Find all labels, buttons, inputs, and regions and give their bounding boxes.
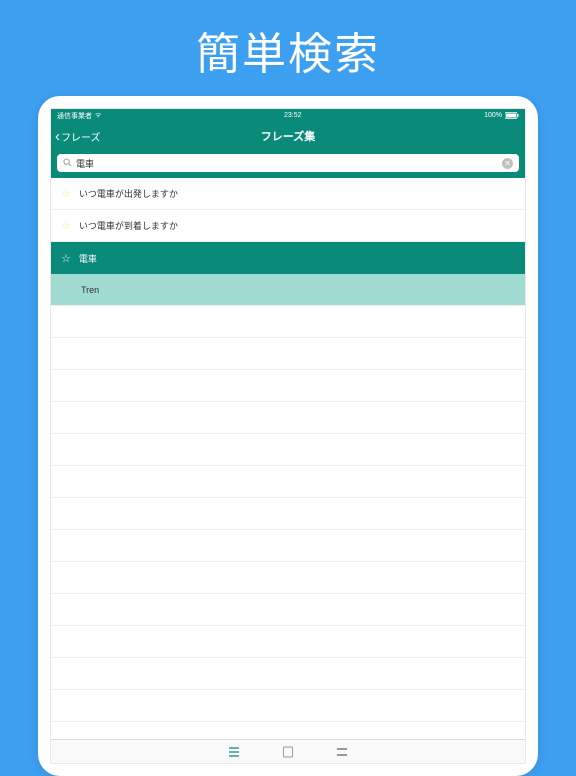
empty-row (51, 466, 525, 498)
tab-favorites[interactable] (281, 745, 295, 759)
star-icon[interactable]: ☆ (61, 219, 71, 232)
empty-row (51, 306, 525, 338)
back-button[interactable]: ‹ フレーズ (51, 128, 101, 145)
empty-row (51, 562, 525, 594)
nav-title: フレーズ集 (261, 128, 315, 144)
empty-row (51, 626, 525, 658)
list-item[interactable]: ☆ いつ電車が到着しますか (51, 210, 525, 242)
translation-row: Tren (51, 274, 525, 306)
battery-label: 100% (484, 112, 502, 119)
empty-row (51, 530, 525, 562)
empty-row (51, 434, 525, 466)
chevron-left-icon: ‹ (55, 128, 60, 145)
item-text: いつ電車が出発しますか (79, 187, 178, 200)
back-label: フレーズ (61, 129, 101, 144)
tablet-screen: 通信事業者 ᯤ 23:52 100% ‹ フレーズ フレーズ集 ✕ (50, 108, 526, 764)
clear-icon[interactable]: ✕ (502, 158, 513, 169)
tab-settings[interactable] (335, 745, 349, 759)
translation-text: Tren (81, 285, 99, 295)
wifi-icon: ᯤ (95, 111, 101, 120)
results-list: ☆ いつ電車が出発しますか ☆ いつ電車が到着しますか ☆ 電車 Tren (51, 178, 525, 306)
tablet-frame: 通信事業者 ᯤ 23:52 100% ‹ フレーズ フレーズ集 ✕ (38, 96, 538, 776)
search-icon (63, 158, 72, 169)
nav-bar: ‹ フレーズ フレーズ集 (51, 122, 525, 150)
empty-row (51, 658, 525, 690)
star-icon[interactable]: ☆ (61, 252, 71, 265)
empty-rows (51, 306, 525, 754)
item-text: 電車 (79, 252, 97, 265)
item-text: いつ電車が到着しますか (79, 219, 178, 232)
empty-row (51, 338, 525, 370)
promo-title: 簡単検索 (0, 0, 576, 96)
battery-icon (505, 112, 519, 119)
list-item[interactable]: ☆ 電車 (51, 242, 525, 274)
list-item[interactable]: ☆ いつ電車が出発しますか (51, 178, 525, 210)
empty-row (51, 594, 525, 626)
empty-row (51, 690, 525, 722)
empty-row (51, 498, 525, 530)
search-input[interactable] (76, 158, 502, 168)
empty-row (51, 370, 525, 402)
empty-row (51, 402, 525, 434)
carrier-label: 通信事業者 (57, 111, 92, 121)
search-field[interactable]: ✕ (57, 154, 519, 172)
tab-bar (51, 739, 525, 763)
status-time: 23:52 (284, 112, 302, 119)
status-bar: 通信事業者 ᯤ 23:52 100% (51, 109, 525, 122)
tab-phrases[interactable] (227, 745, 241, 759)
search-container: ✕ (51, 150, 525, 178)
star-icon[interactable]: ☆ (61, 187, 71, 200)
